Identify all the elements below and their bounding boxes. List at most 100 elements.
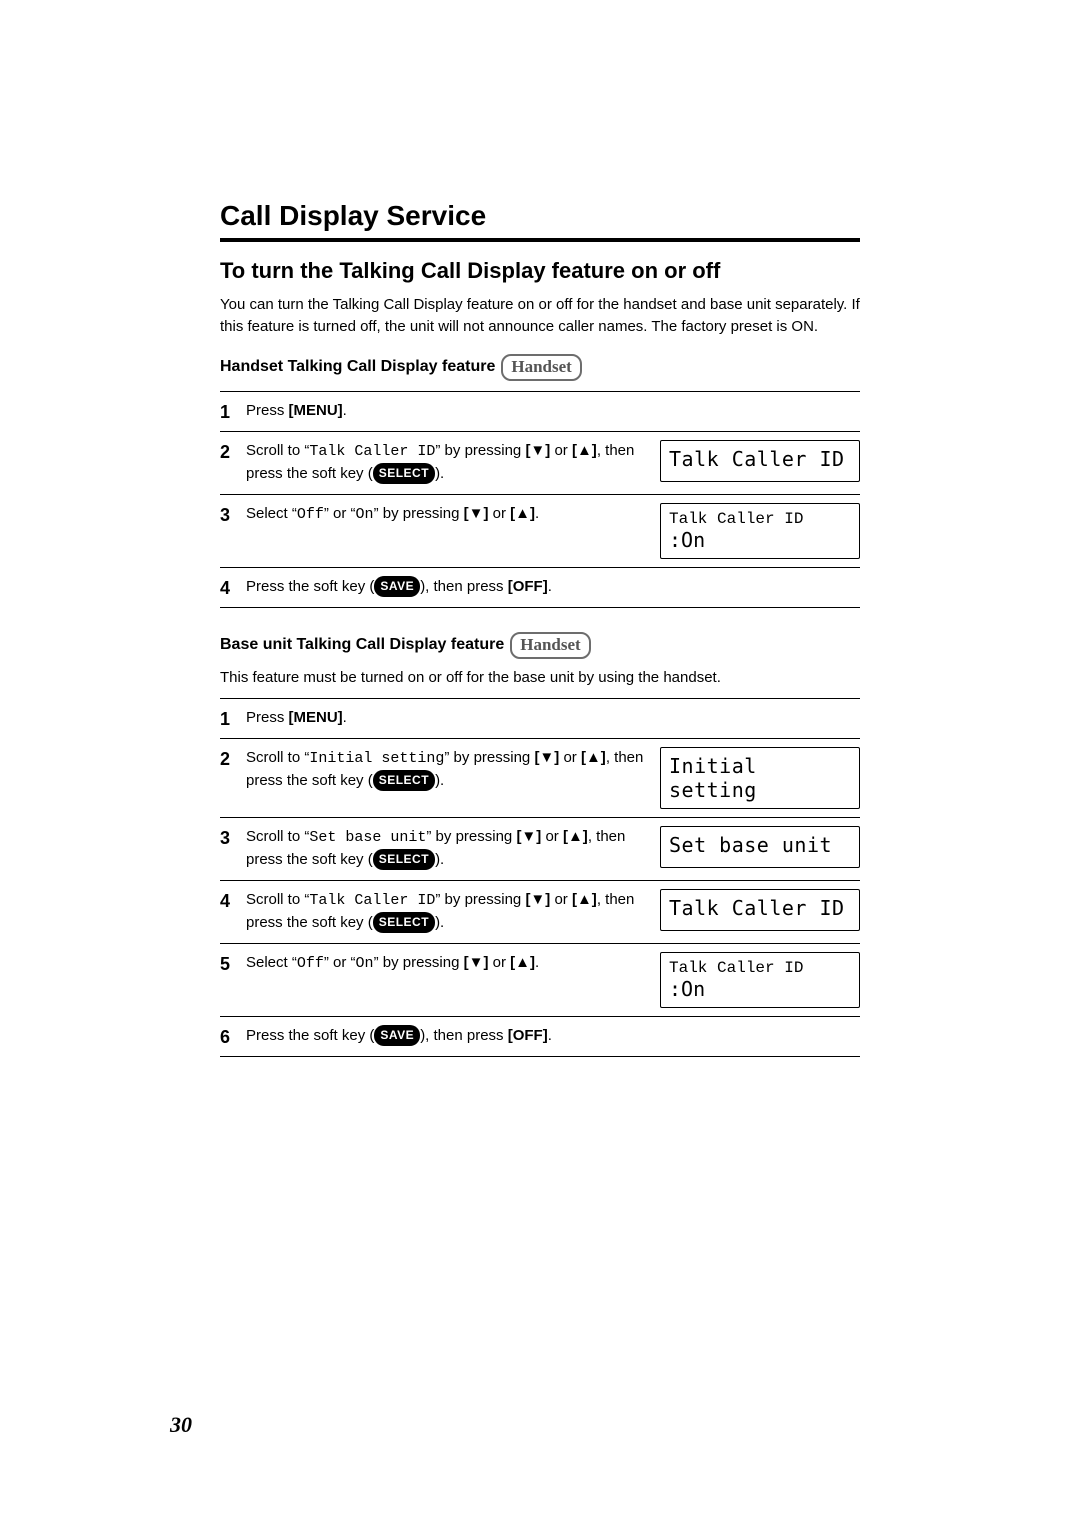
code-text: Set base unit — [309, 829, 426, 846]
text-fragment: ), then press — [420, 1027, 508, 1044]
up-arrow-key: [▲] — [572, 891, 597, 908]
base-badge: Handset — [510, 632, 590, 659]
base-step-4: 4 Scroll to “Talk Caller ID” by pressing… — [220, 881, 860, 944]
lcd-line-1: Talk Caller ID — [669, 510, 851, 528]
handset-step-1: 1 Press [MENU]. — [220, 391, 860, 432]
step-number: 2 — [220, 440, 246, 463]
text-fragment: or — [559, 749, 581, 766]
select-softkey-pill: SELECT — [373, 770, 435, 791]
subsection-title: To turn the Talking Call Display feature… — [220, 258, 860, 284]
text-fragment: Press the soft key ( — [246, 578, 374, 595]
down-arrow-key: [▼] — [525, 891, 550, 908]
down-arrow-key: [▼] — [516, 828, 541, 845]
lcd-line-2: :On — [669, 977, 851, 1001]
step-display: Talk Caller ID — [660, 440, 860, 482]
down-arrow-key: [▼] — [464, 505, 489, 522]
text-fragment: ” by pressing — [444, 749, 534, 766]
save-softkey-pill: SAVE — [374, 1025, 420, 1046]
menu-key: [MENU] — [289, 402, 343, 419]
step-number: 1 — [220, 707, 246, 730]
text-fragment: Scroll to “ — [246, 749, 309, 766]
select-softkey-pill: SELECT — [373, 463, 435, 484]
code-text: Off — [297, 955, 324, 972]
base-step-6: 6 Press the soft key (SAVE), then press … — [220, 1017, 860, 1057]
text-fragment: Press — [246, 402, 289, 419]
lcd-display: Talk Caller ID :On — [660, 952, 860, 1008]
step-text: Select “Off” or “On” by pressing [▼] or … — [246, 952, 660, 976]
text-fragment: Press the soft key ( — [246, 1027, 374, 1044]
text-fragment: . — [548, 1027, 552, 1044]
base-step-2: 2 Scroll to “Initial setting” by pressin… — [220, 739, 860, 818]
handset-step-2: 2 Scroll to “Talk Caller ID” by pressing… — [220, 432, 860, 495]
text-fragment: or — [541, 828, 563, 845]
handset-step-3: 3 Select “Off” or “On” by pressing [▼] o… — [220, 495, 860, 568]
step-text: Scroll to “Talk Caller ID” by pressing [… — [246, 440, 660, 486]
section-rule — [220, 238, 860, 242]
text-fragment: ” by pressing — [435, 442, 525, 459]
text-fragment: or — [550, 442, 572, 459]
step-number: 4 — [220, 576, 246, 599]
text-fragment: ). — [435, 465, 444, 482]
lcd-display: Talk Caller ID :On — [660, 503, 860, 559]
step-text: Press the soft key (SAVE), then press [O… — [246, 576, 660, 599]
lcd-line-2: :On — [669, 528, 851, 552]
menu-key: [MENU] — [289, 709, 343, 726]
step-number: 1 — [220, 400, 246, 423]
text-fragment: ). — [435, 772, 444, 789]
off-key: [OFF] — [508, 578, 548, 595]
up-arrow-key: [▲] — [572, 442, 597, 459]
code-text: On — [356, 506, 374, 523]
text-fragment: or — [488, 505, 510, 522]
lcd-line-1: Talk Caller ID — [669, 959, 851, 977]
off-key: [OFF] — [508, 1027, 548, 1044]
step-text: Press [MENU]. — [246, 400, 660, 423]
code-text: Talk Caller ID — [309, 443, 435, 460]
text-fragment: ” or “ — [324, 505, 356, 522]
save-softkey-pill: SAVE — [374, 576, 420, 597]
base-step-5: 5 Select “Off” or “On” by pressing [▼] o… — [220, 944, 860, 1017]
lcd-display: Talk Caller ID — [660, 440, 860, 482]
step-text: Scroll to “Set base unit” by pressing [▼… — [246, 826, 660, 872]
text-fragment: Press — [246, 709, 289, 726]
step-number: 3 — [220, 826, 246, 849]
base-steps: 1 Press [MENU]. 2 Scroll to “Initial set… — [220, 698, 860, 1057]
text-fragment: ” by pressing — [426, 828, 516, 845]
code-text: Talk Caller ID — [309, 892, 435, 909]
select-softkey-pill: SELECT — [373, 912, 435, 933]
text-fragment: . — [343, 402, 347, 419]
step-number: 5 — [220, 952, 246, 975]
up-arrow-key: [▲] — [510, 505, 535, 522]
text-fragment: Scroll to “ — [246, 442, 309, 459]
text-fragment: . — [535, 954, 539, 971]
step-number: 4 — [220, 889, 246, 912]
step-display: Talk Caller ID :On — [660, 503, 860, 559]
handset-heading-text: Handset Talking Call Display feature — [220, 358, 495, 376]
handset-step-4: 4 Press the soft key (SAVE), then press … — [220, 568, 860, 608]
text-fragment: ” by pressing — [435, 891, 525, 908]
step-number: 6 — [220, 1025, 246, 1048]
intro-text: You can turn the Talking Call Display fe… — [220, 294, 860, 338]
step-display: Initial setting — [660, 747, 860, 809]
text-fragment: ). — [435, 851, 444, 868]
code-text: Initial setting — [309, 750, 444, 767]
step-text: Scroll to “Initial setting” by pressing … — [246, 747, 660, 793]
down-arrow-key: [▼] — [534, 749, 559, 766]
step-number: 3 — [220, 503, 246, 526]
text-fragment: . — [343, 709, 347, 726]
text-fragment: ” by pressing — [374, 505, 464, 522]
handset-steps: 1 Press [MENU]. 2 Scroll to “Talk Caller… — [220, 391, 860, 608]
text-fragment: or — [550, 891, 572, 908]
up-arrow-key: [▲] — [510, 954, 535, 971]
down-arrow-key: [▼] — [464, 954, 489, 971]
text-fragment: Scroll to “ — [246, 828, 309, 845]
step-text: Press the soft key (SAVE), then press [O… — [246, 1025, 660, 1048]
code-text: On — [356, 955, 374, 972]
step-text: Scroll to “Talk Caller ID” by pressing [… — [246, 889, 660, 935]
step-number: 2 — [220, 747, 246, 770]
step-display: Set base unit — [660, 826, 860, 868]
base-heading-text: Base unit Talking Call Display feature — [220, 636, 504, 654]
text-fragment: . — [548, 578, 552, 595]
lcd-display: Set base unit — [660, 826, 860, 868]
text-fragment: Select “ — [246, 954, 297, 971]
text-fragment: ). — [435, 914, 444, 931]
